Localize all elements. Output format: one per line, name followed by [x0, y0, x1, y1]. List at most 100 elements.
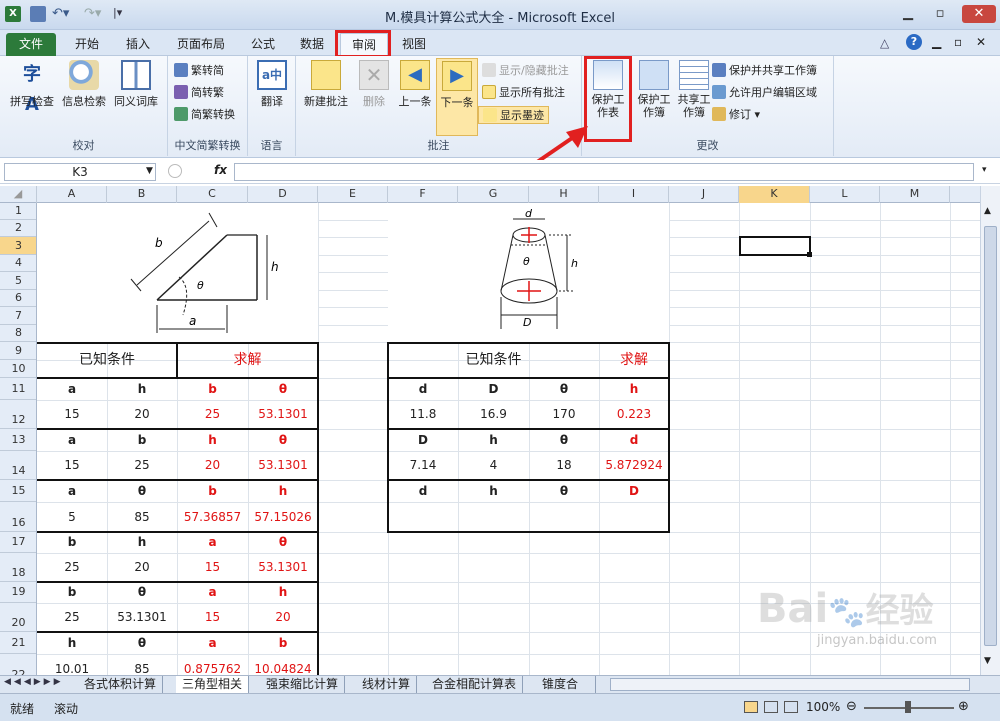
row-header-8[interactable]: 8 [0, 325, 36, 342]
cancel-entry-icon[interactable] [168, 164, 182, 178]
zoom-out-icon[interactable]: ⊖ [846, 699, 857, 714]
share-workbook-button[interactable]: 共享工作簿 [672, 60, 716, 119]
show-hide-comment-button[interactable]: 显示/隐藏批注 [482, 62, 569, 80]
value-cell[interactable]: 15 [177, 553, 248, 582]
value-cell[interactable]: 25 [177, 400, 248, 429]
value-cell[interactable]: 10.01 [37, 654, 107, 675]
scroll-thumb[interactable] [984, 226, 997, 646]
value-cell[interactable]: 53.1301 [107, 603, 177, 632]
row-header-21[interactable]: 21 [0, 632, 36, 654]
convert-button[interactable]: 简繁转换 [174, 106, 235, 124]
zoom-in-icon[interactable]: ⊕ [958, 699, 969, 714]
protect-workbook-button[interactable]: 保护工作簿 [632, 60, 676, 119]
value-cell[interactable]: 20 [177, 451, 248, 480]
row-header-6[interactable]: 6 [0, 290, 36, 307]
value-cell[interactable] [458, 502, 529, 532]
row-header-16[interactable]: 16 [0, 502, 36, 532]
value-cell[interactable]: 11.8 [388, 400, 458, 429]
row-header-15[interactable]: 15 [0, 480, 36, 502]
col-header-G[interactable]: G [458, 186, 529, 203]
value-cell[interactable]: 53.1301 [248, 400, 318, 429]
value-cell[interactable]: 25 [37, 553, 107, 582]
zoom-level[interactable]: 100% [806, 700, 840, 714]
scroll-down-icon[interactable]: ▼ [984, 656, 991, 666]
sheet-tab-2[interactable]: 三角型相关 [176, 676, 250, 694]
page-layout-view-icon[interactable] [764, 701, 778, 713]
research-button[interactable]: 信息检索 [58, 60, 110, 109]
tab-insert[interactable]: 插入 [116, 33, 160, 56]
value-cell[interactable]: 15 [37, 400, 107, 429]
select-all-button[interactable]: ◢ [0, 186, 37, 203]
row-header-17[interactable]: 17 [0, 532, 36, 553]
allow-edit-ranges-button[interactable]: 允许用户编辑区域 [712, 84, 817, 102]
vertical-scrollbar[interactable]: ▲ ▼ [980, 186, 1000, 675]
row-header-1[interactable]: 1 [0, 203, 36, 220]
tab-formulas[interactable]: 公式 [242, 33, 284, 56]
value-cell[interactable]: 5.872924 [599, 451, 669, 480]
close-button[interactable]: ✕ [962, 5, 996, 23]
tab-home[interactable]: 开始 [64, 33, 110, 56]
worksheet-grid[interactable]: b h a θ d θ h D 已知条件 求解 a h b θ 15 20 25… [37, 203, 980, 675]
value-cell[interactable]: 20 [107, 400, 177, 429]
sheet-tab-1[interactable]: 各式体积计算 [78, 676, 164, 694]
row-header-20[interactable]: 20 [0, 603, 36, 632]
col-header-F[interactable]: F [388, 186, 458, 203]
value-cell[interactable]: 10.04824 [248, 654, 318, 675]
value-cell[interactable]: 53.1301 [248, 553, 318, 582]
col-header-K[interactable]: K [739, 186, 810, 203]
help-icon[interactable]: ? [906, 34, 922, 50]
value-cell[interactable]: 18 [529, 451, 599, 480]
value-cell[interactable]: 0.223 [599, 400, 669, 429]
row-header-5[interactable]: 5 [0, 272, 36, 290]
tab-data[interactable]: 数据 [290, 33, 334, 56]
ribbon-minimize-icon[interactable]: △ [880, 36, 889, 50]
workbook-restore-button[interactable]: ▫ [954, 35, 962, 49]
value-cell[interactable]: 25 [37, 603, 107, 632]
value-cell[interactable]: 53.1301 [248, 451, 318, 480]
col-header-E[interactable]: E [318, 186, 388, 203]
name-box[interactable]: K3 [4, 163, 156, 181]
name-box-dropdown-icon[interactable]: ▼ [146, 166, 153, 176]
delete-comment-button[interactable]: ✕ 删除 [354, 60, 394, 109]
workbook-minimize-button[interactable]: ▁ [932, 35, 941, 49]
row-header-4[interactable]: 4 [0, 255, 36, 272]
sheet-tab-4[interactable]: 线材计算 [356, 676, 418, 694]
value-cell[interactable] [388, 502, 458, 532]
tab-file[interactable]: 文件 [6, 33, 56, 56]
protect-share-button[interactable]: 保护并共享工作簿 [712, 62, 817, 80]
value-cell[interactable]: 4 [458, 451, 529, 480]
spell-check-button[interactable]: 字A 拼写检查 [6, 60, 58, 115]
row-header-14[interactable]: 14 [0, 451, 36, 480]
expand-formula-icon[interactable]: ▾ [982, 165, 987, 175]
value-cell[interactable]: 57.15026 [248, 502, 318, 532]
row-header-18[interactable]: 18 [0, 553, 36, 582]
col-header-I[interactable]: I [599, 186, 669, 203]
value-cell[interactable]: 20 [248, 603, 318, 632]
insert-function-button[interactable]: fx [214, 163, 227, 177]
value-cell[interactable]: 85 [107, 654, 177, 675]
sheet-nav-arrows-icon[interactable]: ◀◀◀▶▶▶ [4, 677, 64, 687]
row-header-22[interactable]: 22 [0, 654, 36, 675]
value-cell[interactable]: 85 [107, 502, 177, 532]
show-all-comments-button[interactable]: 显示所有批注 [482, 84, 565, 102]
row-header-9[interactable]: 9 [0, 342, 36, 360]
next-comment-button[interactable]: ▶ 下一条 [436, 58, 478, 136]
value-cell[interactable]: 15 [37, 451, 107, 480]
new-comment-button[interactable]: 新建批注 [300, 60, 352, 109]
row-header-19[interactable]: 19 [0, 582, 36, 603]
value-cell[interactable]: 25 [107, 451, 177, 480]
horizontal-scrollbar[interactable] [610, 678, 970, 691]
page-break-view-icon[interactable] [784, 701, 798, 713]
col-header-C[interactable]: C [177, 186, 248, 203]
fill-handle[interactable] [807, 252, 812, 257]
row-header-13[interactable]: 13 [0, 429, 36, 451]
sheet-tab-6[interactable]: 锥度合 [536, 676, 596, 694]
zoom-slider-thumb[interactable] [905, 701, 911, 713]
row-header-12[interactable]: 12 [0, 400, 36, 429]
sheet-tab-5[interactable]: 合金相配计算表 [426, 676, 524, 694]
col-header-H[interactable]: H [529, 186, 599, 203]
maximize-button[interactable]: ▫ [927, 5, 953, 23]
col-header-L[interactable]: L [810, 186, 880, 203]
formula-input[interactable] [234, 163, 974, 181]
row-header-11[interactable]: 11 [0, 378, 36, 400]
